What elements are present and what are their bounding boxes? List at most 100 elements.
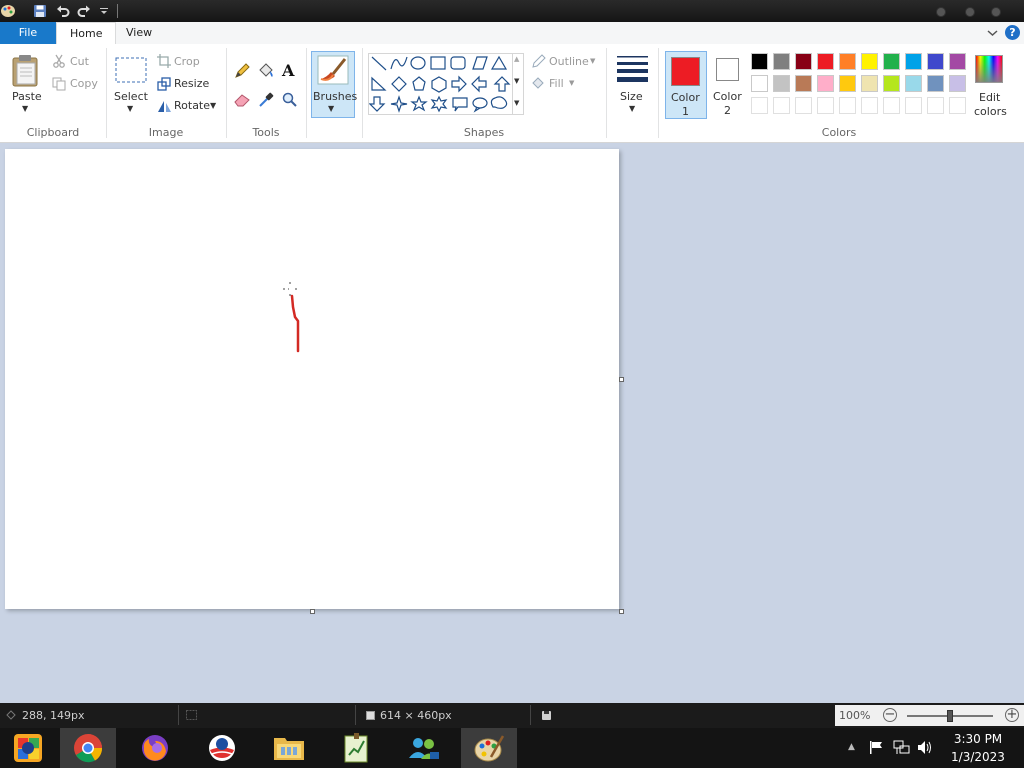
color-swatch[interactable]	[883, 75, 900, 92]
taskbar-paint[interactable]	[461, 728, 517, 768]
custom-color-slot[interactable]	[883, 97, 900, 114]
color-swatch[interactable]	[817, 75, 834, 92]
magnifier-icon[interactable]	[282, 92, 298, 111]
scroll-up-icon[interactable]: ▲	[514, 55, 519, 63]
undo-icon[interactable]	[55, 3, 71, 19]
select-button[interactable]: Select	[114, 90, 148, 103]
action-center-flag-icon[interactable]	[869, 740, 884, 758]
cursor-position: 288, 149px	[22, 709, 85, 722]
color-picker-icon[interactable]	[258, 92, 274, 111]
outline-dropdown-icon[interactable]: ▼	[590, 57, 595, 65]
custom-color-slot[interactable]	[905, 97, 922, 114]
eraser-icon[interactable]	[234, 93, 251, 110]
outline-button[interactable]: Outline	[549, 55, 589, 68]
fill-bucket-icon[interactable]	[257, 63, 275, 82]
color-swatch[interactable]	[817, 53, 834, 70]
zoom-out-button[interactable]: −	[883, 708, 897, 722]
color-swatch[interactable]	[861, 53, 878, 70]
taskbar-chrome[interactable]	[60, 728, 116, 768]
zoom-in-button[interactable]: +	[1005, 708, 1019, 722]
pencil-icon[interactable]	[234, 63, 250, 82]
custom-color-slot[interactable]	[861, 97, 878, 114]
select-icon[interactable]	[115, 57, 147, 86]
start-button[interactable]	[0, 728, 56, 768]
color-swatch[interactable]	[949, 53, 966, 70]
fill-dropdown-icon[interactable]: ▼	[569, 79, 574, 87]
custom-color-slot[interactable]	[949, 97, 966, 114]
brushes-dropdown-icon[interactable]: ▼	[328, 104, 334, 113]
select-dropdown-icon[interactable]: ▼	[127, 104, 133, 113]
resize-handle-bottom[interactable]	[310, 609, 315, 614]
paste-dropdown-icon[interactable]: ▼	[22, 104, 28, 113]
custom-color-slot[interactable]	[927, 97, 944, 114]
taskbar-file-explorer[interactable]	[261, 728, 317, 768]
color-swatch[interactable]	[927, 53, 944, 70]
volume-icon[interactable]	[917, 740, 934, 758]
taskbar-notepad[interactable]	[328, 728, 384, 768]
size-button[interactable]: Size	[620, 90, 643, 103]
color1-button[interactable]: Color 1	[665, 51, 707, 119]
save-icon[interactable]	[32, 3, 48, 19]
rotate-dropdown-icon[interactable]: ▼	[210, 101, 216, 110]
resize-button[interactable]: Resize	[174, 77, 209, 90]
minimize-ribbon-icon[interactable]	[985, 25, 1000, 40]
minimize-button[interactable]	[936, 7, 946, 17]
taskbar-network-app[interactable]	[395, 728, 451, 768]
color-swatch[interactable]	[751, 75, 768, 92]
color-swatch[interactable]	[905, 75, 922, 92]
cut-button[interactable]: Cut	[70, 55, 89, 68]
tab-home[interactable]: Home	[56, 22, 117, 46]
close-button[interactable]	[991, 7, 1001, 17]
color-swatch[interactable]	[861, 75, 878, 92]
brushes-button[interactable]: Brushes ▼	[311, 51, 357, 118]
color-swatch[interactable]	[905, 53, 922, 70]
size-icon[interactable]	[616, 54, 649, 87]
resize-handle-corner[interactable]	[619, 609, 624, 614]
zoom-slider-thumb[interactable]	[947, 710, 953, 722]
show-hidden-icons-icon[interactable]: ▲	[848, 742, 855, 752]
scroll-down-icon[interactable]: ▼	[514, 77, 519, 85]
resize-handle-right[interactable]	[619, 377, 624, 382]
color2-button[interactable]: Color 2	[709, 51, 747, 119]
color-swatch[interactable]	[773, 53, 790, 70]
color-swatch[interactable]	[927, 75, 944, 92]
clock-date[interactable]: 1/3/2023	[944, 750, 1012, 764]
drawing-canvas[interactable]	[5, 149, 619, 609]
color-swatch[interactable]	[839, 53, 856, 70]
color-swatch[interactable]	[795, 53, 812, 70]
custom-color-slot[interactable]	[773, 97, 790, 114]
shapes-scrollbar[interactable]: ▲ ▼ ▼	[512, 53, 524, 115]
custom-color-slot[interactable]	[839, 97, 856, 114]
help-icon[interactable]: ?	[1005, 25, 1020, 40]
color-swatch[interactable]	[949, 75, 966, 92]
paint-app-icon[interactable]	[0, 3, 16, 19]
custom-color-slot[interactable]	[751, 97, 768, 114]
tab-file[interactable]: File	[0, 22, 56, 44]
taskbar-obama-app[interactable]	[194, 728, 250, 768]
network-icon[interactable]	[893, 740, 910, 758]
redo-icon[interactable]	[76, 3, 92, 19]
fill-button[interactable]: Fill	[549, 77, 564, 90]
crop-button[interactable]: Crop	[174, 55, 200, 68]
color-swatch[interactable]	[839, 75, 856, 92]
tab-view[interactable]: View	[113, 22, 165, 44]
gallery-expand-icon[interactable]: ▼	[514, 99, 519, 107]
custom-color-slot[interactable]	[817, 97, 834, 114]
size-dropdown-icon[interactable]: ▼	[629, 104, 635, 113]
text-tool-icon[interactable]: A	[282, 61, 294, 80]
color-swatch[interactable]	[795, 75, 812, 92]
edit-colors-button[interactable]: Edit colors	[973, 52, 1007, 120]
color-swatch[interactable]	[883, 53, 900, 70]
color-swatch[interactable]	[751, 53, 768, 70]
paste-icon[interactable]	[11, 54, 41, 91]
taskbar-firefox[interactable]	[127, 728, 183, 768]
clock-time[interactable]: 3:30 PM	[948, 732, 1008, 746]
copy-button[interactable]: Copy	[70, 77, 98, 90]
custom-color-slot[interactable]	[795, 97, 812, 114]
rotate-button[interactable]: Rotate	[174, 99, 210, 112]
shapes-gallery-icons[interactable]	[368, 54, 523, 114]
maximize-button[interactable]	[965, 7, 975, 17]
color-swatch[interactable]	[773, 75, 790, 92]
paste-button[interactable]: Paste	[12, 90, 42, 103]
customize-quick-access-icon[interactable]	[96, 3, 112, 19]
